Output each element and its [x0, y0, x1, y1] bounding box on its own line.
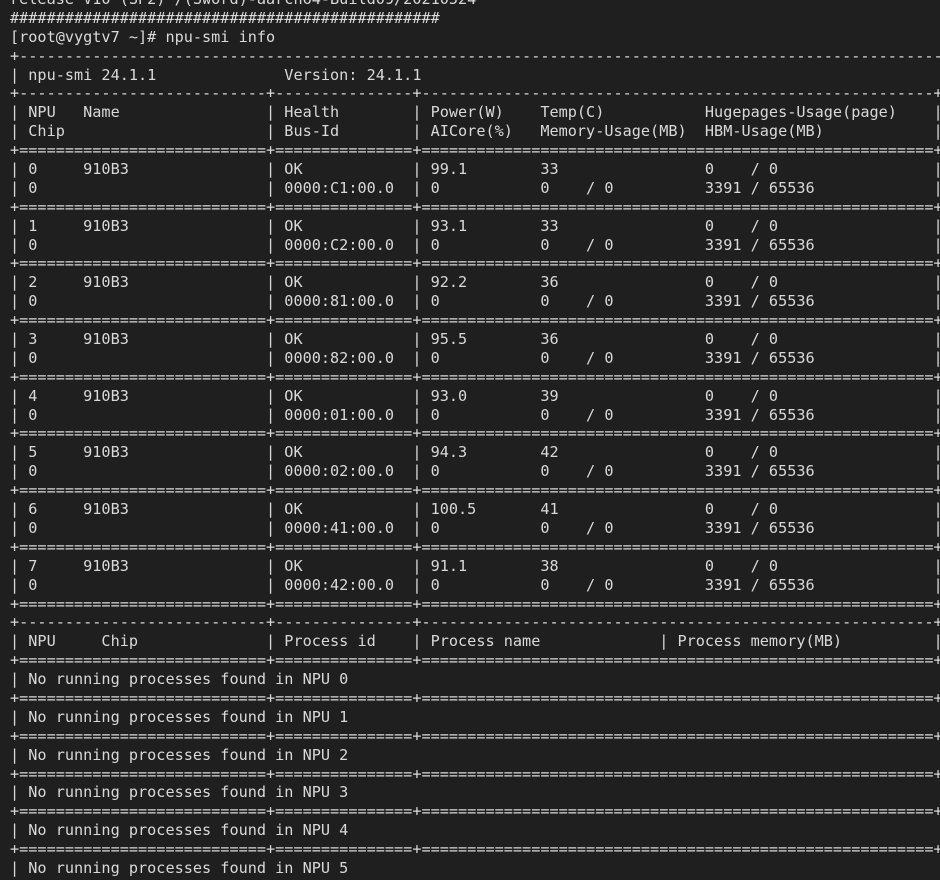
- terminal-line: | Chip | Bus-Id | AICore(%) Memory-Usage…: [10, 122, 940, 141]
- terminal-line: | npu-smi 24.1.1 Version: 24.1.1 |: [10, 65, 940, 84]
- terminal-line: +===========================+===========…: [10, 726, 940, 745]
- terminal-line: +---------------------------------------…: [10, 46, 940, 65]
- terminal-line: | NPU Name | Health | Power(W) Temp(C) H…: [10, 103, 940, 122]
- terminal-line: +===========================+===========…: [10, 764, 940, 783]
- terminal-line: | 0 | 0000:81:00.0 | 0 0 / 0 3391 / 6553…: [10, 292, 940, 311]
- terminal-window[interactable]: release V10 (SP2) /(Sword)-aarch64-Build…: [0, 0, 940, 880]
- terminal-line: | 0 910B3 | OK | 99.1 33 0 / 0 |: [10, 160, 940, 179]
- terminal-line: +===========================+===========…: [10, 254, 940, 273]
- terminal-line: | No running processes found in NPU 1 |: [10, 707, 940, 726]
- terminal-line: +---------------------------+-----------…: [10, 84, 940, 103]
- terminal-line: | 4 910B3 | OK | 93.0 39 0 / 0 |: [10, 386, 940, 405]
- terminal-line: release V10 (SP2) /(Sword)-aarch64-Build…: [10, 0, 940, 9]
- terminal-line: +---------------------------+-----------…: [10, 613, 940, 632]
- terminal-line: | 0 | 0000:02:00.0 | 0 0 / 0 3391 / 6553…: [10, 462, 940, 481]
- terminal-line: ########################################…: [10, 8, 440, 27]
- terminal-line: +===========================+===========…: [10, 197, 940, 216]
- terminal-line: | 0 | 0000:41:00.0 | 0 0 / 0 3391 / 6553…: [10, 518, 940, 537]
- terminal-line: | No running processes found in NPU 5 |: [10, 858, 940, 877]
- terminal-line: +===========================+===========…: [10, 688, 940, 707]
- terminal-line: [root@vygtv7 ~]# npu-smi info: [10, 27, 276, 46]
- terminal-line: +===========================+===========…: [10, 802, 940, 821]
- terminal-line: | 0 | 0000:42:00.0 | 0 0 / 0 3391 / 6553…: [10, 575, 940, 594]
- terminal-line: | NPU Chip | Process id | Process name |…: [10, 632, 940, 651]
- terminal-output: release V10 (SP2) /(Sword)-aarch64-Build…: [10, 0, 940, 878]
- terminal-line: | 7 910B3 | OK | 91.1 38 0 / 0 |: [10, 556, 940, 575]
- terminal-line: | No running processes found in NPU 0 |: [10, 670, 940, 689]
- terminal-line: | No running processes found in NPU 3 |: [10, 783, 940, 802]
- terminal-line: +===========================+===========…: [10, 367, 940, 386]
- terminal-line: +===========================+===========…: [10, 840, 940, 859]
- terminal-line: +===========================+===========…: [10, 141, 940, 160]
- terminal-line: | 0 | 0000:82:00.0 | 0 0 / 0 3391 / 6553…: [10, 348, 940, 367]
- terminal-line: +===========================+===========…: [10, 311, 940, 330]
- terminal-line: | 0 | 0000:01:00.0 | 0 0 / 0 3391 / 6553…: [10, 405, 940, 424]
- terminal-line: +===========================+===========…: [10, 651, 940, 670]
- terminal-line: | 6 910B3 | OK | 100.5 41 0 / 0 |: [10, 500, 940, 519]
- terminal-line: | 0 | 0000:C2:00.0 | 0 0 / 0 3391 / 6553…: [10, 235, 940, 254]
- terminal-line: +===========================+===========…: [10, 424, 940, 443]
- terminal-line: | No running processes found in NPU 4 |: [10, 821, 940, 840]
- terminal-line: | 1 910B3 | OK | 93.1 33 0 / 0 |: [10, 216, 940, 235]
- terminal-line: | 5 910B3 | OK | 94.3 42 0 / 0 |: [10, 443, 940, 462]
- terminal-line: | 2 910B3 | OK | 92.2 36 0 / 0 |: [10, 273, 940, 292]
- terminal-line: | 3 910B3 | OK | 95.5 36 0 / 0 |: [10, 330, 940, 349]
- terminal-line: +===========================+===========…: [10, 537, 940, 556]
- terminal-line: | 0 | 0000:C1:00.0 | 0 0 / 0 3391 / 6553…: [10, 178, 940, 197]
- terminal-line: | No running processes found in NPU 2 |: [10, 745, 940, 764]
- terminal-line: +===========================+===========…: [10, 594, 940, 613]
- terminal-line: +===========================+===========…: [10, 481, 940, 500]
